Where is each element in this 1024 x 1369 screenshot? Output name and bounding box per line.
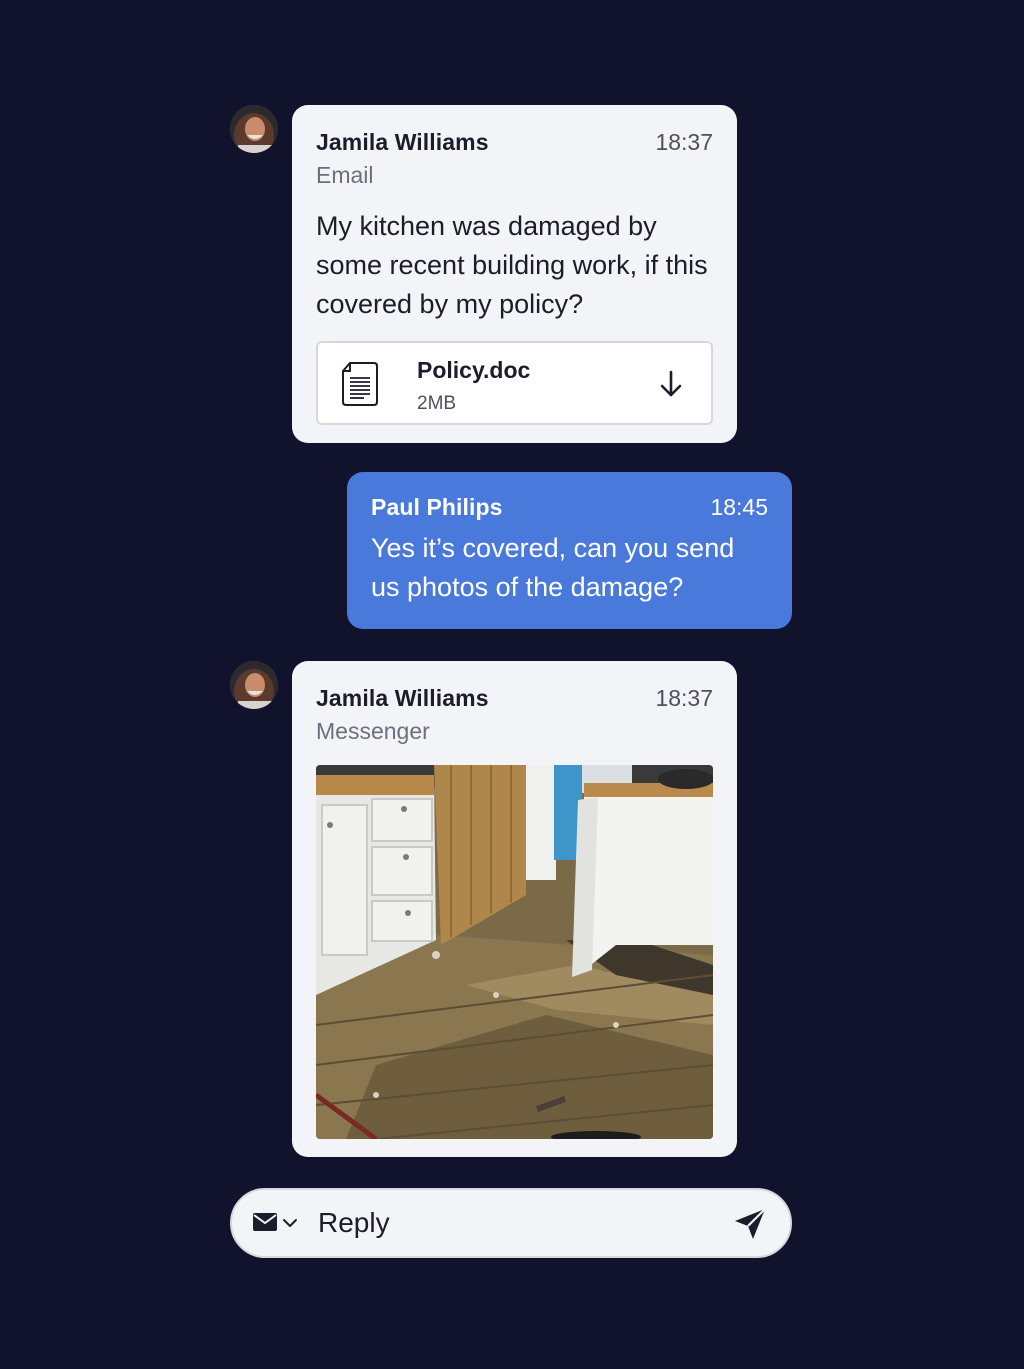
envelope-icon bbox=[252, 1212, 278, 1237]
file-attachment[interactable]: Policy.doc 2MB bbox=[316, 341, 713, 425]
message-bubble: Jamila Williams 18:37 Email My kitchen w… bbox=[292, 105, 737, 443]
avatar bbox=[230, 661, 278, 709]
message-text: Yes it’s covered, can you send us photos… bbox=[371, 533, 735, 602]
channel-selector[interactable] bbox=[252, 1212, 298, 1237]
send-icon bbox=[735, 1208, 766, 1239]
avatar bbox=[230, 105, 278, 153]
message-channel: Messenger bbox=[316, 718, 430, 744]
message-text: My kitchen was damaged by some recent bu… bbox=[316, 211, 708, 319]
download-icon[interactable] bbox=[659, 370, 683, 403]
message-bubble: Paul Philips 18:45 Yes it’s covered, can… bbox=[347, 472, 792, 629]
message-time: 18:37 bbox=[655, 685, 713, 711]
kitchen-damage-photo[interactable] bbox=[316, 765, 713, 1139]
message-time: 18:45 bbox=[710, 494, 768, 520]
reply-input[interactable] bbox=[318, 1204, 698, 1242]
message-channel: Email bbox=[316, 162, 374, 188]
message-bubble: Jamila Williams 18:37 Messenger bbox=[292, 661, 737, 1157]
attachment-file-name: Policy.doc bbox=[417, 357, 531, 383]
chevron-down-icon bbox=[282, 1216, 298, 1234]
sender-name: Paul Philips bbox=[371, 494, 503, 520]
sender-name: Jamila Williams bbox=[316, 129, 489, 155]
send-button[interactable] bbox=[732, 1206, 768, 1247]
reply-composer bbox=[230, 1188, 792, 1258]
sender-name: Jamila Williams bbox=[316, 685, 489, 711]
attachment-file-size: 2MB bbox=[417, 393, 457, 414]
document-icon bbox=[340, 361, 380, 412]
message-time: 18:37 bbox=[655, 129, 713, 155]
